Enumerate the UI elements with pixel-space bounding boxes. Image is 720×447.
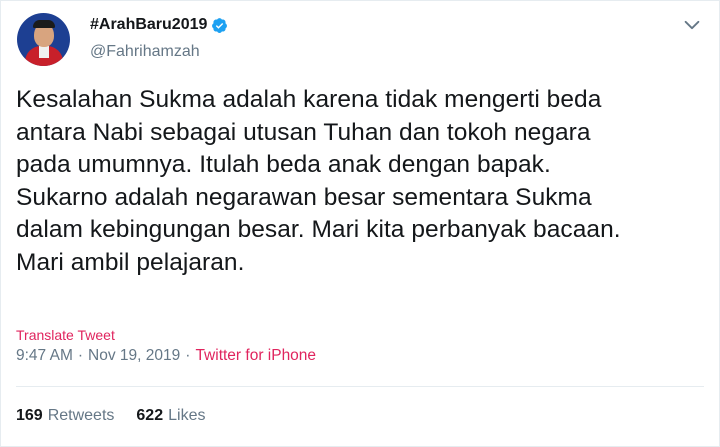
likes-label: Likes <box>168 407 206 424</box>
tweet-source-link[interactable]: Twitter for iPhone <box>195 347 316 365</box>
retweets-count: 169 <box>16 407 43 424</box>
author-display-name[interactable]: #ArahBaru2019 <box>90 16 207 34</box>
tweet-text: Kesalahan Sukma adalah karena tidak meng… <box>16 86 621 276</box>
tweet-stats: 169 Retweets 622 Likes <box>16 407 227 425</box>
likes-count: 622 <box>136 407 164 424</box>
verified-badge-icon <box>212 17 228 33</box>
avatar-collar <box>39 46 49 58</box>
retweets-label: Retweets <box>47 407 115 424</box>
chevron-down-icon[interactable] <box>681 14 703 36</box>
meta-separator: · <box>77 347 84 364</box>
translate-tweet-link[interactable]: Translate Tweet <box>16 327 115 343</box>
author-handle[interactable]: @Fahrihamzah <box>90 43 200 61</box>
avatar[interactable] <box>17 13 70 66</box>
tweet-time[interactable]: 9:47 AM <box>16 347 73 365</box>
likes-stat[interactable]: 622 Likes <box>136 407 205 425</box>
divider <box>16 386 704 387</box>
retweets-stat[interactable]: 169 Retweets <box>16 407 114 425</box>
avatar-cap <box>33 20 55 28</box>
tweet-meta: 9:47 AM · Nov 19, 2019 · Twitter for iPh… <box>16 347 316 365</box>
tweet-date[interactable]: Nov 19, 2019 <box>88 347 180 365</box>
meta-separator: · <box>185 347 191 364</box>
author-name-row[interactable]: #ArahBaru2019 <box>90 16 228 34</box>
